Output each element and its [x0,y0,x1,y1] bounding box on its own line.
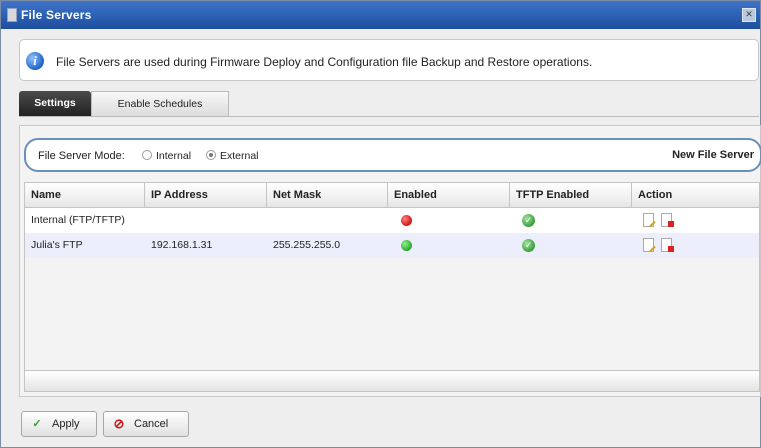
checkmark-icon: ✓ [522,239,535,252]
file-server-mode-bar: File Server Mode: Internal External New … [24,138,761,172]
cancel-button-label: Cancel [134,418,169,430]
radio-internal-label[interactable]: Internal [156,150,191,162]
tab-settings[interactable]: Settings [19,91,91,116]
tab-strip: Settings Enable Schedules [19,91,759,117]
checkmark-icon: ✓ [522,214,535,227]
error-status-icon [401,215,412,226]
info-icon: i [26,52,44,70]
radio-internal[interactable] [142,150,152,160]
new-file-server-link[interactable]: New File Server [672,149,754,161]
cell-ip-address: 192.168.1.31 [151,239,213,251]
column-header-tftp-enabled[interactable]: TFTP Enabled [510,183,632,207]
cell-net-mask [267,208,388,233]
tab-enable-schedules[interactable]: Enable Schedules [91,91,229,116]
ok-status-icon [401,240,412,251]
window-title: File Servers [21,8,92,22]
table-footer [25,370,759,391]
apply-button-label: Apply [52,418,80,430]
window-icon [7,8,17,22]
delete-icon[interactable] [661,238,674,252]
column-header-net-mask[interactable]: Net Mask [267,183,388,207]
column-header-enabled[interactable]: Enabled [388,183,510,207]
table-header: Name IP Address Net Mask Enabled TFTP En… [25,183,759,208]
file-servers-dialog: File Servers ✕ i File Servers are used d… [0,0,761,448]
info-message: File Servers are used during Firmware De… [56,55,593,69]
radio-external[interactable] [206,150,216,160]
radio-external-label[interactable]: External [220,150,259,162]
column-header-ip-address[interactable]: IP Address [145,183,267,207]
cell-name: Internal (FTP/TFTP) [31,214,125,226]
delete-icon[interactable] [661,213,674,227]
cancel-button[interactable]: ⊘ Cancel [103,411,189,437]
checkmark-icon: ✓ [32,418,42,430]
info-banner: i File Servers are used during Firmware … [19,39,759,81]
settings-panel: File Server Mode: Internal External New … [19,125,761,397]
title-bar[interactable]: File Servers ✕ [1,1,760,29]
close-icon[interactable]: ✕ [742,8,756,22]
file-server-mode-label: File Server Mode: [38,150,125,162]
cell-ip-address [145,208,267,233]
apply-button[interactable]: ✓ Apply [21,411,97,437]
cancel-icon: ⊘ [113,416,125,431]
edit-icon[interactable] [643,238,654,252]
cell-name: Julia's FTP [31,239,83,251]
column-header-name[interactable]: Name [25,183,145,207]
cell-net-mask: 255.255.255.0 [273,239,341,251]
column-header-action[interactable]: Action [632,183,759,207]
table-row[interactable]: Julia's FTP 192.168.1.31 255.255.255.0 ✓ [25,233,759,258]
table-row[interactable]: Internal (FTP/TFTP) ✓ [25,208,759,233]
file-servers-table: Name IP Address Net Mask Enabled TFTP En… [24,182,760,392]
edit-icon[interactable] [643,213,654,227]
